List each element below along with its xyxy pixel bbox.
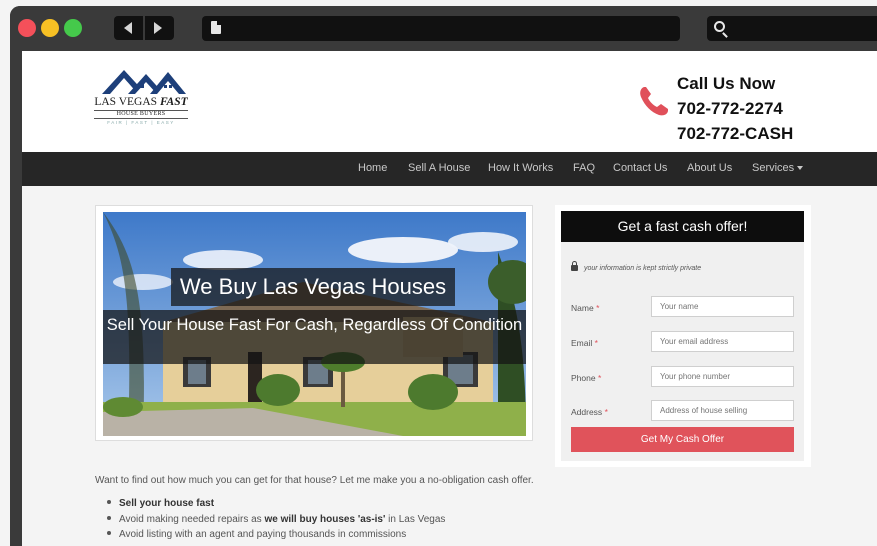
back-arrow-icon[interactable] [124,22,132,34]
hero-banner: We Buy Las Vegas Houses Sell Your House … [103,212,526,436]
main-navigation: Home Sell A House How It Works FAQ Conta… [22,152,877,186]
privacy-note: your information is kept strictly privat… [571,261,702,272]
cash-offer-form-card: Get a fast cash offer! your information … [555,205,811,467]
phone-number-primary[interactable]: 702-772-2274 [677,96,793,121]
phone-icon [640,87,668,116]
history-nav-buttons [114,16,174,40]
cash-offer-form: Get a fast cash offer! your information … [561,211,804,461]
logo-wordmark: LAS VEGAS FAST [94,96,188,108]
hero-subtitle: Sell Your House Fast For Cash, Regardles… [103,310,526,364]
name-label: Name * [571,303,600,313]
logo-subtitle: HOUSE BUYERS [94,110,188,119]
nav-about-us[interactable]: About Us [687,162,732,174]
call-us-block: Call Us Now 702-772-2274 702-772-CASH [677,71,793,146]
call-us-heading: Call Us Now [677,74,776,93]
nav-services[interactable]: Services [752,162,804,174]
nav-sell-a-house[interactable]: Sell A House [408,162,470,174]
phone-field[interactable] [651,366,794,387]
email-field[interactable] [651,331,794,352]
list-item: Avoid listing with an agent and paying t… [107,527,445,543]
nav-faq[interactable]: FAQ [573,162,595,174]
hero-card: We Buy Las Vegas Houses Sell Your House … [95,205,533,441]
phone-label: Phone * [571,373,602,383]
lock-icon [571,261,578,271]
maximize-window-button[interactable] [64,19,82,37]
nav-home[interactable]: Home [358,162,387,174]
list-item: Avoid making needed repairs as we will b… [107,512,445,528]
address-label: Address * [571,407,608,417]
nav-how-it-works[interactable]: How It Works [488,162,553,174]
bullet-icon [107,515,111,520]
phone-number-secondary[interactable]: 702-772-CASH [677,121,793,146]
form-heading: Get a fast cash offer! [561,211,804,242]
site-header: LAS VEGAS FAST HOUSE BUYERS FAIR | FAST … [22,51,877,152]
nav-divider [143,16,145,40]
get-cash-offer-button[interactable]: Get My Cash Offer [571,427,794,452]
bullet-icon [107,500,111,504]
search-icon [714,21,725,32]
minimize-window-button[interactable] [41,19,59,37]
chevron-down-icon [797,166,804,171]
web-page: LAS VEGAS FAST HOUSE BUYERS FAIR | FAST … [22,51,877,546]
browser-search-box[interactable] [707,16,877,41]
email-label: Email * [571,338,598,348]
intro-paragraph: Want to find out how much you can get fo… [95,475,534,486]
benefits-list: Sell your house fast Avoid making needed… [107,496,445,543]
list-item: Sell your house fast [107,496,445,512]
house-roof-logo-icon [102,70,186,94]
privacy-note-text: your information is kept strictly privat… [584,265,702,272]
address-field[interactable] [651,400,794,421]
name-field[interactable] [651,296,794,317]
address-bar[interactable] [202,16,680,41]
logo-tagline: FAIR | FAST | EASY [107,120,175,125]
nav-contact-us[interactable]: Contact Us [613,162,667,174]
forward-arrow-icon[interactable] [154,22,162,34]
bullet-icon [107,531,111,535]
browser-toolbar [10,6,877,50]
hero-title: We Buy Las Vegas Houses [171,268,455,306]
page-icon [211,21,221,34]
close-window-button[interactable] [18,19,36,37]
nav-services-label: Services [752,162,795,174]
site-logo[interactable]: LAS VEGAS FAST HOUSE BUYERS FAIR | FAST … [88,62,194,129]
